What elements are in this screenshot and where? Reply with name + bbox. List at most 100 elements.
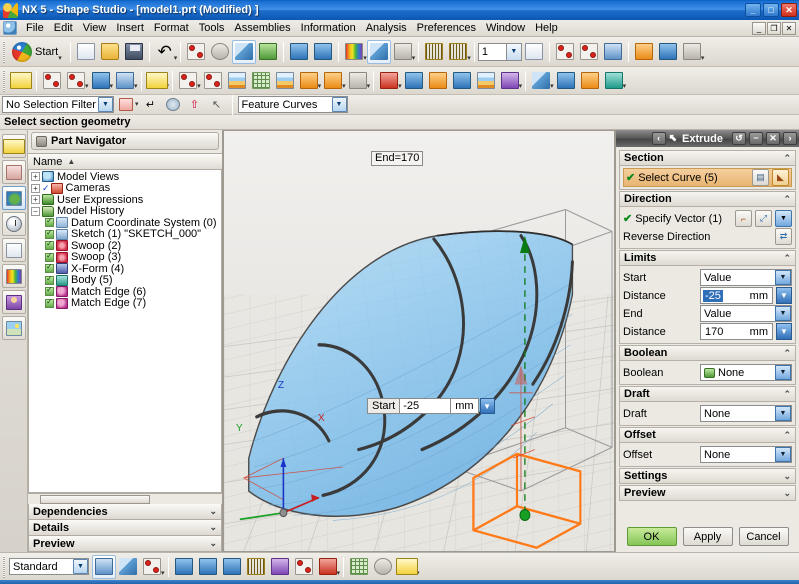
reflection-button[interactable] (220, 555, 244, 579)
part-navigator-button[interactable] (2, 186, 26, 210)
mdi-close-button[interactable]: ✕ (782, 22, 796, 35)
graphics-viewport[interactable]: End=170 Start -25 mm ▼ Z X Y (223, 130, 615, 552)
view-select-button[interactable] (163, 94, 183, 116)
zoom-analysis-button[interactable] (92, 555, 116, 579)
sheet-from-curves-button[interactable] (249, 69, 273, 93)
end-distance-field[interactable]: 170 mm (700, 323, 773, 340)
tree-node-body[interactable]: Body (5) (29, 275, 221, 287)
menu-window[interactable]: Window (481, 21, 530, 35)
sew-button[interactable] (578, 69, 602, 93)
start-menu-button[interactable]: Start ▾ (9, 40, 67, 64)
new-document-button[interactable] (74, 40, 98, 64)
line-button[interactable] (40, 69, 64, 93)
cancel-button[interactable]: Cancel (739, 527, 789, 546)
start-distance-spinner-button[interactable]: ▼ (776, 287, 792, 304)
sketch-section-button[interactable]: ▤ (752, 169, 769, 186)
part-navigator-tree[interactable]: + Model Views + ✓ Cameras + User Express… (28, 170, 222, 493)
web-browser-button[interactable] (2, 290, 26, 314)
node-checkbox[interactable] (45, 253, 54, 262)
toolbar-grip[interactable] (2, 556, 7, 578)
shaded-with-edges-button[interactable] (367, 40, 391, 64)
wcs-origin-button[interactable] (577, 40, 601, 64)
toolbar-grip[interactable] (2, 70, 7, 92)
tree-node-swoop-3[interactable]: Swoop (3) (29, 252, 221, 264)
mdi-restore-button[interactable]: ❐ (767, 22, 781, 35)
tree-node-swoop-2[interactable]: Swoop (2) (29, 240, 221, 252)
offset-row[interactable]: Offset None ▼ (623, 446, 792, 463)
curvature-comb-button[interactable] (268, 555, 292, 579)
start-limit-row[interactable]: Start Value ▼ (623, 269, 792, 286)
group-header-preview[interactable]: Preview ⌄ (619, 485, 796, 501)
wcs-display-button[interactable] (601, 40, 625, 64)
group-header-direction[interactable]: Direction ⌃ (619, 191, 796, 207)
menu-insert[interactable]: Insert (111, 21, 149, 35)
menu-edit[interactable]: Edit (49, 21, 78, 35)
wcs-dynamics-button[interactable] (553, 40, 577, 64)
hide-button[interactable] (311, 40, 335, 64)
undo-button[interactable]: ↶ (153, 40, 177, 64)
up-one-level-button[interactable]: ⇧ (185, 94, 205, 116)
reverse-direction-row[interactable]: Reverse Direction ⇄ (623, 228, 792, 245)
draft-dropdown-icon[interactable]: ▼ (775, 406, 791, 421)
end-distance-spinner-button[interactable]: ▼ (776, 323, 792, 340)
enlarge-button[interactable] (554, 69, 578, 93)
node-checkbox[interactable] (45, 276, 54, 285)
pan-button[interactable] (256, 40, 280, 64)
group-header-boolean[interactable]: Boolean ⌃ (619, 345, 796, 361)
select-curve-row[interactable]: ✔ Select Curve (5) ▤ ◣ (623, 168, 792, 187)
measure-distance-button[interactable] (422, 40, 446, 64)
radius-analysis-button[interactable] (292, 555, 316, 579)
cycle-button[interactable]: ↵ (141, 94, 161, 116)
selection-filter-combo[interactable]: No Selection Filter ▼ (2, 96, 114, 113)
true-shading-button[interactable] (656, 40, 680, 64)
dynamic-section-button[interactable] (116, 555, 140, 579)
document-window-icon[interactable] (3, 21, 17, 35)
transition-button[interactable] (273, 69, 297, 93)
tree-node-datum-csys[interactable]: Datum Coordinate System (0) (29, 217, 221, 229)
menu-help[interactable]: Help (530, 21, 563, 35)
constraint-navigator-button[interactable] (2, 160, 26, 184)
reuse-library-button[interactable] (2, 238, 26, 262)
start-distance-spinner-icon[interactable]: ▼ (480, 398, 495, 414)
surface-continuity-button[interactable] (347, 555, 371, 579)
revolve-button[interactable] (321, 69, 345, 93)
selection-filter-dropdown-icon[interactable]: ▼ (98, 97, 113, 112)
render-style-button[interactable] (342, 40, 366, 64)
section-button[interactable] (680, 40, 704, 64)
node-checkbox[interactable] (45, 241, 54, 250)
part-navigator-header[interactable]: Part Navigator (31, 132, 219, 150)
node-checkbox[interactable] (45, 287, 54, 296)
draft-combo[interactable]: None ▼ (700, 405, 792, 422)
save-button[interactable] (122, 40, 146, 64)
law-curve-button[interactable] (89, 69, 113, 93)
system-scenes-button[interactable] (2, 316, 26, 340)
expander-icon[interactable]: + (31, 184, 40, 193)
assembly-navigator-button[interactable] (2, 134, 26, 158)
menu-preferences[interactable]: Preferences (412, 21, 481, 35)
role-combo[interactable]: Standard ▼ (9, 558, 89, 575)
four-point-surface-button[interactable] (176, 69, 200, 93)
curve-rule-dropdown-icon[interactable]: ▼ (332, 97, 347, 112)
x-form-button[interactable] (377, 69, 401, 93)
group-header-draft[interactable]: Draft ⌃ (619, 386, 796, 402)
sketch-button[interactable] (9, 69, 33, 93)
window-close-button[interactable]: ✕ (781, 3, 797, 17)
layer-settings-button[interactable] (522, 40, 546, 64)
studio-spline-button[interactable] (64, 69, 88, 93)
tree-node-match-edge-7[interactable]: Match Edge (7) (29, 298, 221, 310)
menu-analysis[interactable]: Analysis (361, 21, 412, 35)
section-analysis-button[interactable] (244, 555, 268, 579)
fit-view-button[interactable] (184, 40, 208, 64)
node-checkbox[interactable] (45, 218, 54, 227)
offset-surface-button[interactable] (346, 69, 370, 93)
measure-angle-button[interactable] (446, 40, 470, 64)
expander-icon[interactable]: + (31, 172, 40, 181)
window-minimize-button[interactable]: _ (745, 3, 761, 17)
start-limit-combo[interactable]: Value ▼ (700, 269, 792, 286)
highlight-lines-button[interactable] (395, 555, 419, 579)
boolean-button[interactable] (602, 69, 626, 93)
tree-node-model-views[interactable]: + Model Views (29, 171, 221, 183)
specify-vector-row[interactable]: ✔ Specify Vector (1) ⌐ ⤢ ▼ (623, 210, 792, 227)
object-color-button[interactable] (140, 555, 164, 579)
vector-inferred-button[interactable]: ⌐ (735, 210, 752, 227)
